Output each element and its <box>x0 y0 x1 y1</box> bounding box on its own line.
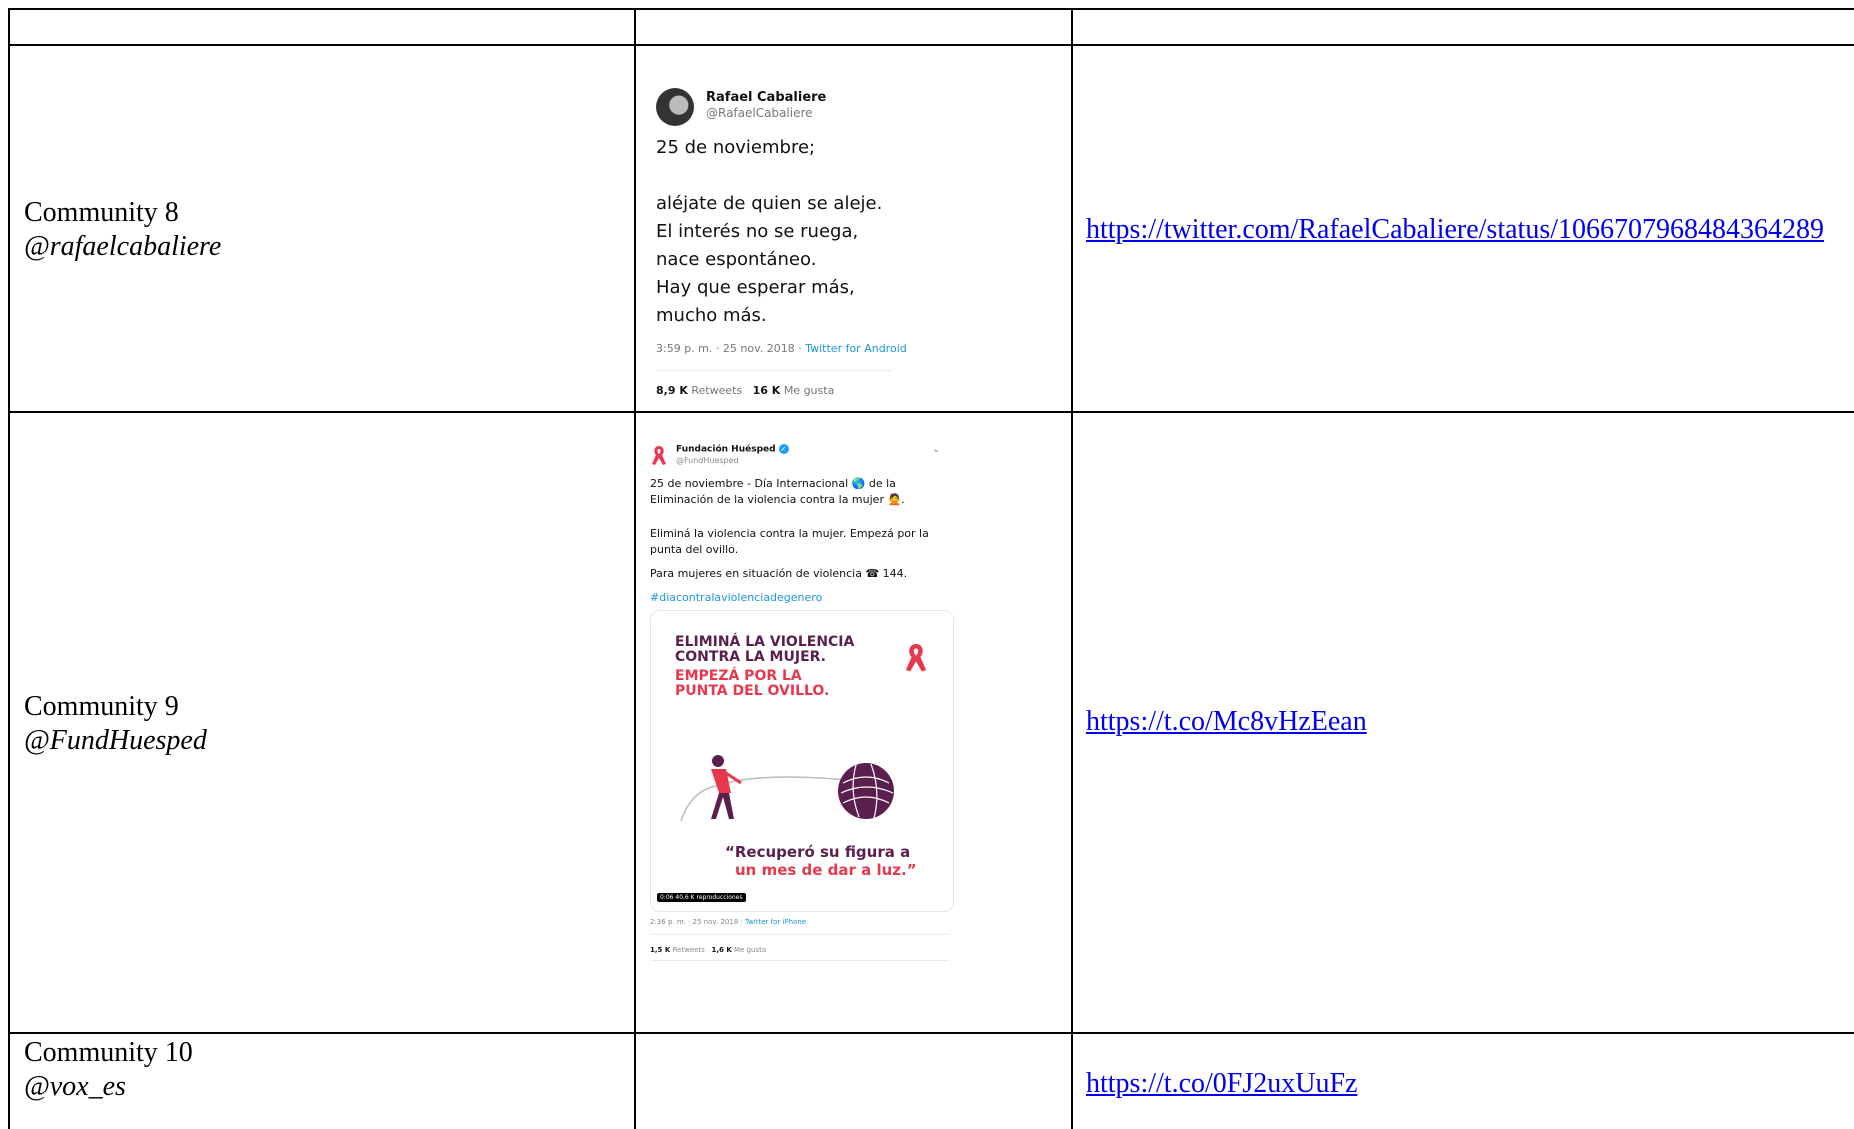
community-label: Community 10 <box>24 1037 193 1068</box>
table-border-col2 <box>1071 8 1073 1129</box>
tweet-meta: 2:36 p. m. · 25 nov. 2018 · Twitter for … <box>650 918 806 926</box>
tweet-source: Twitter for iPhone <box>744 918 807 926</box>
retweet-label: Retweets <box>687 384 743 397</box>
like-count: 16 K <box>752 384 781 397</box>
table-border-col1 <box>634 8 636 1129</box>
avatar <box>656 88 694 126</box>
tweet-link[interactable]: https://twitter.com/RafaelCabaliere/stat… <box>1086 214 1824 246</box>
tweet-paragraph: Eliminá la violencia contra la mujer. Em… <box>650 527 929 556</box>
tweet-author-name: Rafael Cabaliere <box>706 90 827 105</box>
tweet-screenshot: Rafael Cabaliere @RafaelCabaliere 25 de … <box>650 46 930 410</box>
tweet-author-name: Fundación Huésped ✓ <box>676 444 789 455</box>
tweet-link[interactable]: https://t.co/Mc8vHzEean <box>1086 706 1367 738</box>
table-border-header <box>8 44 1854 46</box>
community-label: Community 9 <box>24 691 179 722</box>
retweet-label: Retweets <box>670 946 705 954</box>
divider <box>650 960 950 961</box>
tweet-time: 3:59 p. m. · 25 nov. 2018 · <box>656 342 806 355</box>
tweet-screenshot: Fundación Huésped ✓ @FundHuesped ⌄ 25 de … <box>640 414 960 1002</box>
community-cell: Community 8 @rafaelcabaliere <box>24 196 221 264</box>
tweet-author-handle: @FundHuesped <box>676 456 739 465</box>
ribbon-logo-icon <box>652 446 666 465</box>
table-border-row8 <box>8 411 1854 413</box>
tweet-paragraph: 25 de noviembre - Día Internacional 🌎 de… <box>650 477 905 506</box>
card-headline: ELIMINÁ LA VIOLENCIA CONTRA LA MUJER. <box>675 634 855 665</box>
yarn-illustration <box>680 755 894 822</box>
community-handle: @vox_es <box>24 1071 126 1102</box>
card-subheadline: EMPEZÁ POR LA PUNTA DEL OVILLO. <box>675 668 830 699</box>
video-badge: 0:06 40,6 K reproducciones <box>657 893 746 902</box>
community-handle: @rafaelcabaliere <box>24 231 222 262</box>
tweet-paragraph: Para mujeres en situación de violencia ☎… <box>650 567 908 580</box>
community-cell: Community 10 @vox_es <box>24 1036 193 1104</box>
community-cell: Community 9 @FundHuesped <box>24 690 207 758</box>
community-handle: @FundHuesped <box>24 725 207 756</box>
tweet-stats: 1,5 K Retweets 1,6 K Me gusta <box>650 946 766 954</box>
table-border-left <box>8 8 10 1129</box>
tweet-source: Twitter for Android <box>805 342 907 355</box>
like-label: Me gusta <box>731 946 767 954</box>
tweet-meta: 3:59 p. m. · 25 nov. 2018 · Twitter for … <box>656 342 907 355</box>
tweet-author-name-text: Fundación Huésped <box>676 444 776 455</box>
media-card[interactable]: ELIMINÁ LA VIOLENCIA CONTRA LA MUJER. EM… <box>650 610 954 912</box>
card-quote-line2: un mes de dar a luz.” <box>735 861 917 879</box>
tweet-hashtag[interactable]: #diacontralaviolenciadegenero <box>650 590 950 606</box>
table-border-top <box>8 8 1854 10</box>
tweet-author-handle: @RafaelCabaliere <box>706 106 813 120</box>
table-border-row9 <box>8 1032 1854 1034</box>
card-quote-line1: “Recuperó su figura a <box>725 843 911 861</box>
tweet-time: 2:36 p. m. · 25 nov. 2018 · <box>650 918 745 926</box>
tweet-stats: 8,9 K Retweets 16 K Me gusta <box>656 384 834 397</box>
tweet-text: 25 de noviembre; aléjate de quien se ale… <box>656 137 883 326</box>
ribbon-icon <box>905 644 927 672</box>
retweet-count: 1,5 K <box>650 946 671 954</box>
divider <box>650 934 950 935</box>
divider <box>656 370 892 371</box>
verified-icon: ✓ <box>778 444 789 454</box>
community-label: Community 8 <box>24 197 179 228</box>
tweet-link[interactable]: https://t.co/0FJ2uxUuFz <box>1086 1068 1357 1100</box>
like-label: Me gusta <box>780 384 835 397</box>
retweet-count: 8,9 K <box>656 384 688 397</box>
chevron-down-icon[interactable]: ⌄ <box>932 444 940 455</box>
like-count: 1,6 K <box>711 946 732 954</box>
